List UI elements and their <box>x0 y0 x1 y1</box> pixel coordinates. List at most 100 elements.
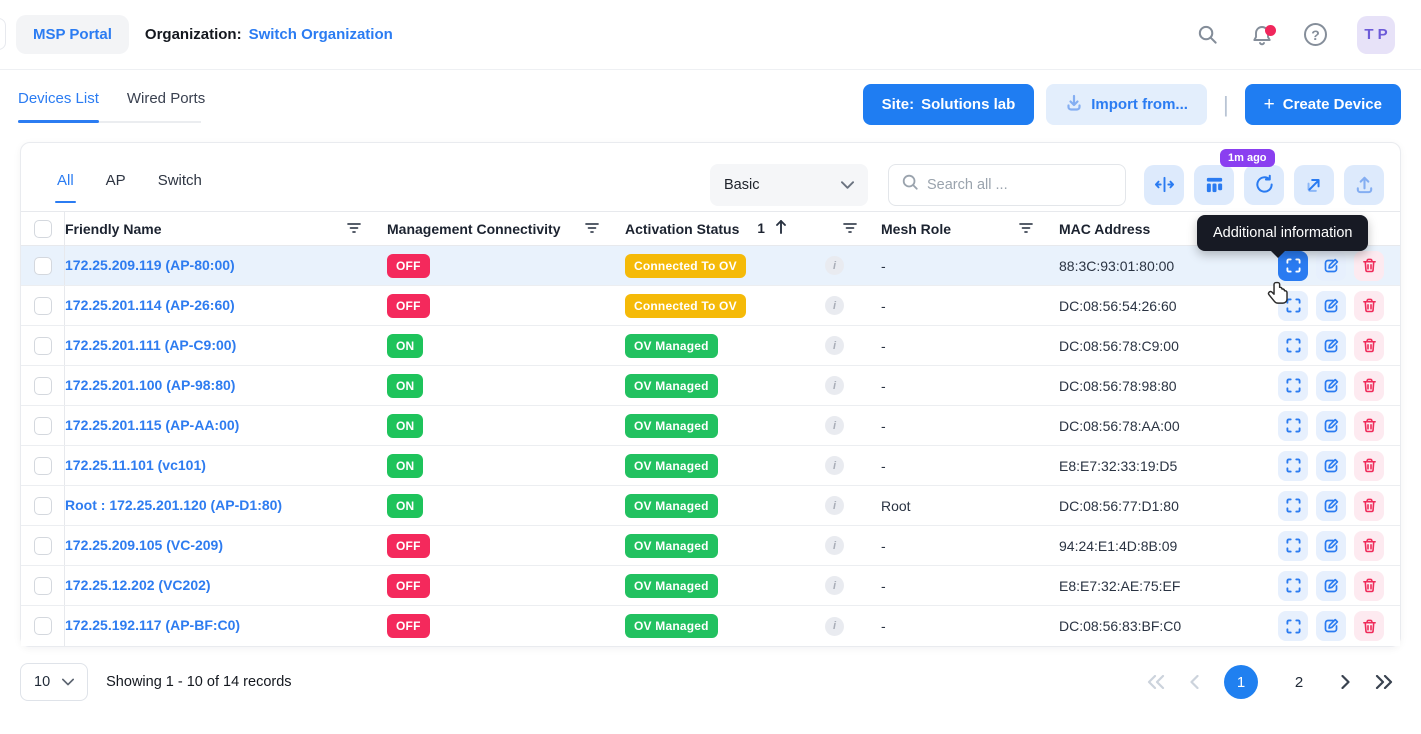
delete-device-button[interactable] <box>1354 491 1384 521</box>
row-checkbox[interactable] <box>34 297 52 315</box>
page-size-select[interactable]: 10 <box>20 663 88 701</box>
edit-device-button[interactable] <box>1316 251 1346 281</box>
page-1-button[interactable]: 1 <box>1224 665 1258 699</box>
last-page-button[interactable] <box>1375 675 1393 689</box>
device-name-link[interactable]: Root : 172.25.201.120 (AP-D1:80) <box>65 497 282 513</box>
info-icon[interactable]: i <box>825 256 844 275</box>
mac-address-cell: 88:3C:93:01:80:00 <box>1059 258 1249 274</box>
filter-tab-all[interactable]: All <box>55 166 76 203</box>
info-icon[interactable]: i <box>825 496 844 515</box>
row-checkbox[interactable] <box>34 497 52 515</box>
view-mode-select[interactable]: Basic <box>710 164 868 206</box>
device-name-link[interactable]: 172.25.201.114 (AP-26:60) <box>65 297 235 313</box>
connectivity-badge: OFF <box>387 534 430 558</box>
previous-page-button[interactable] <box>1189 675 1200 689</box>
row-checkbox[interactable] <box>34 577 52 595</box>
edit-device-button[interactable] <box>1316 531 1346 561</box>
edit-device-button[interactable] <box>1316 451 1346 481</box>
avatar[interactable]: T P <box>1357 16 1395 54</box>
first-page-button[interactable] <box>1147 675 1165 689</box>
filter-icon[interactable] <box>1019 221 1033 237</box>
row-checkbox[interactable] <box>34 617 52 635</box>
info-icon[interactable]: i <box>825 296 844 315</box>
delete-device-button[interactable] <box>1354 411 1384 441</box>
connectivity-badge: ON <box>387 414 423 438</box>
next-page-button[interactable] <box>1340 675 1351 689</box>
filter-tab-ap[interactable]: AP <box>104 166 128 203</box>
device-name-link[interactable]: 172.25.11.101 (vc101) <box>65 457 206 473</box>
sort-ascending-icon[interactable] <box>775 219 787 238</box>
info-icon[interactable]: i <box>825 416 844 435</box>
tab-wired-ports[interactable]: Wired Ports <box>127 84 205 123</box>
import-from-button[interactable]: Import from... <box>1046 84 1207 125</box>
row-checkbox[interactable] <box>34 377 52 395</box>
card-toolbar: All AP Switch Basic <box>21 143 1400 211</box>
edit-device-button[interactable] <box>1316 611 1346 641</box>
additional-information-button[interactable] <box>1278 371 1308 401</box>
select-all-checkbox[interactable] <box>34 220 52 238</box>
filter-icon[interactable] <box>585 221 599 237</box>
msp-portal-button[interactable]: MSP Portal <box>16 15 129 54</box>
help-icon[interactable]: ? <box>1304 23 1327 46</box>
info-icon[interactable]: i <box>825 336 844 355</box>
edit-device-button[interactable] <box>1316 291 1346 321</box>
info-icon[interactable]: i <box>825 456 844 475</box>
device-name-link[interactable]: 172.25.201.100 (AP-98:80) <box>65 377 235 393</box>
additional-information-button[interactable] <box>1278 331 1308 361</box>
device-name-link[interactable]: 172.25.201.115 (AP-AA:00) <box>65 417 239 433</box>
site-selector-button[interactable]: Site: Solutions lab <box>863 84 1035 125</box>
delete-device-button[interactable] <box>1354 531 1384 561</box>
device-name-link[interactable]: 172.25.192.117 (AP-BF:C0) <box>65 617 240 633</box>
tab-devices-list[interactable]: Devices List <box>18 84 99 123</box>
additional-information-button[interactable] <box>1278 611 1308 641</box>
resize-columns-button[interactable] <box>1144 165 1184 205</box>
delete-device-button[interactable] <box>1354 291 1384 321</box>
search-input[interactable] <box>927 177 1097 193</box>
row-checkbox[interactable] <box>34 457 52 475</box>
columns-settings-button[interactable] <box>1194 165 1234 205</box>
additional-information-button[interactable] <box>1278 451 1308 481</box>
info-icon[interactable]: i <box>825 617 844 636</box>
refresh-button[interactable]: 1m ago <box>1244 165 1284 205</box>
edit-device-button[interactable] <box>1316 491 1346 521</box>
filter-icon[interactable] <box>347 221 361 237</box>
delete-device-button[interactable] <box>1354 251 1384 281</box>
delete-device-button[interactable] <box>1354 611 1384 641</box>
notifications-bell-icon[interactable] <box>1250 23 1274 47</box>
mac-address-cell: E8:E7:32:AE:75:EF <box>1059 578 1249 594</box>
edit-device-button[interactable] <box>1316 571 1346 601</box>
device-name-link[interactable]: 172.25.209.119 (AP-80:00) <box>65 257 235 273</box>
edit-device-button[interactable] <box>1316 411 1346 441</box>
edit-device-button[interactable] <box>1316 371 1346 401</box>
row-checkbox[interactable] <box>34 537 52 555</box>
filter-icon[interactable] <box>843 221 857 237</box>
additional-information-button[interactable] <box>1278 491 1308 521</box>
open-external-button[interactable] <box>1294 165 1334 205</box>
additional-information-button[interactable] <box>1278 571 1308 601</box>
delete-device-button[interactable] <box>1354 571 1384 601</box>
info-icon[interactable]: i <box>825 376 844 395</box>
filter-tab-switch[interactable]: Switch <box>156 166 204 203</box>
organization-link[interactable]: Switch Organization <box>249 26 393 43</box>
search-field[interactable] <box>888 164 1126 206</box>
create-device-button[interactable]: + Create Device <box>1245 84 1401 125</box>
delete-device-button[interactable] <box>1354 331 1384 361</box>
device-name-link[interactable]: 172.25.201.111 (AP-C9:00) <box>65 337 236 353</box>
export-upload-button[interactable] <box>1344 165 1384 205</box>
activation-status-badge: OV Managed <box>625 574 718 598</box>
additional-information-button[interactable] <box>1278 531 1308 561</box>
edit-device-button[interactable] <box>1316 331 1346 361</box>
device-name-link[interactable]: 172.25.209.105 (VC-209) <box>65 537 223 553</box>
info-icon[interactable]: i <box>825 576 844 595</box>
device-name-link[interactable]: 172.25.12.202 (VC202) <box>65 577 211 593</box>
search-icon[interactable] <box>1196 23 1220 47</box>
row-checkbox[interactable] <box>34 337 52 355</box>
row-checkbox[interactable] <box>34 257 52 275</box>
delete-device-button[interactable] <box>1354 451 1384 481</box>
additional-information-button[interactable] <box>1278 411 1308 441</box>
view-mode-value: Basic <box>724 177 759 193</box>
row-checkbox[interactable] <box>34 417 52 435</box>
page-2-button[interactable]: 2 <box>1282 665 1316 699</box>
delete-device-button[interactable] <box>1354 371 1384 401</box>
info-icon[interactable]: i <box>825 536 844 555</box>
